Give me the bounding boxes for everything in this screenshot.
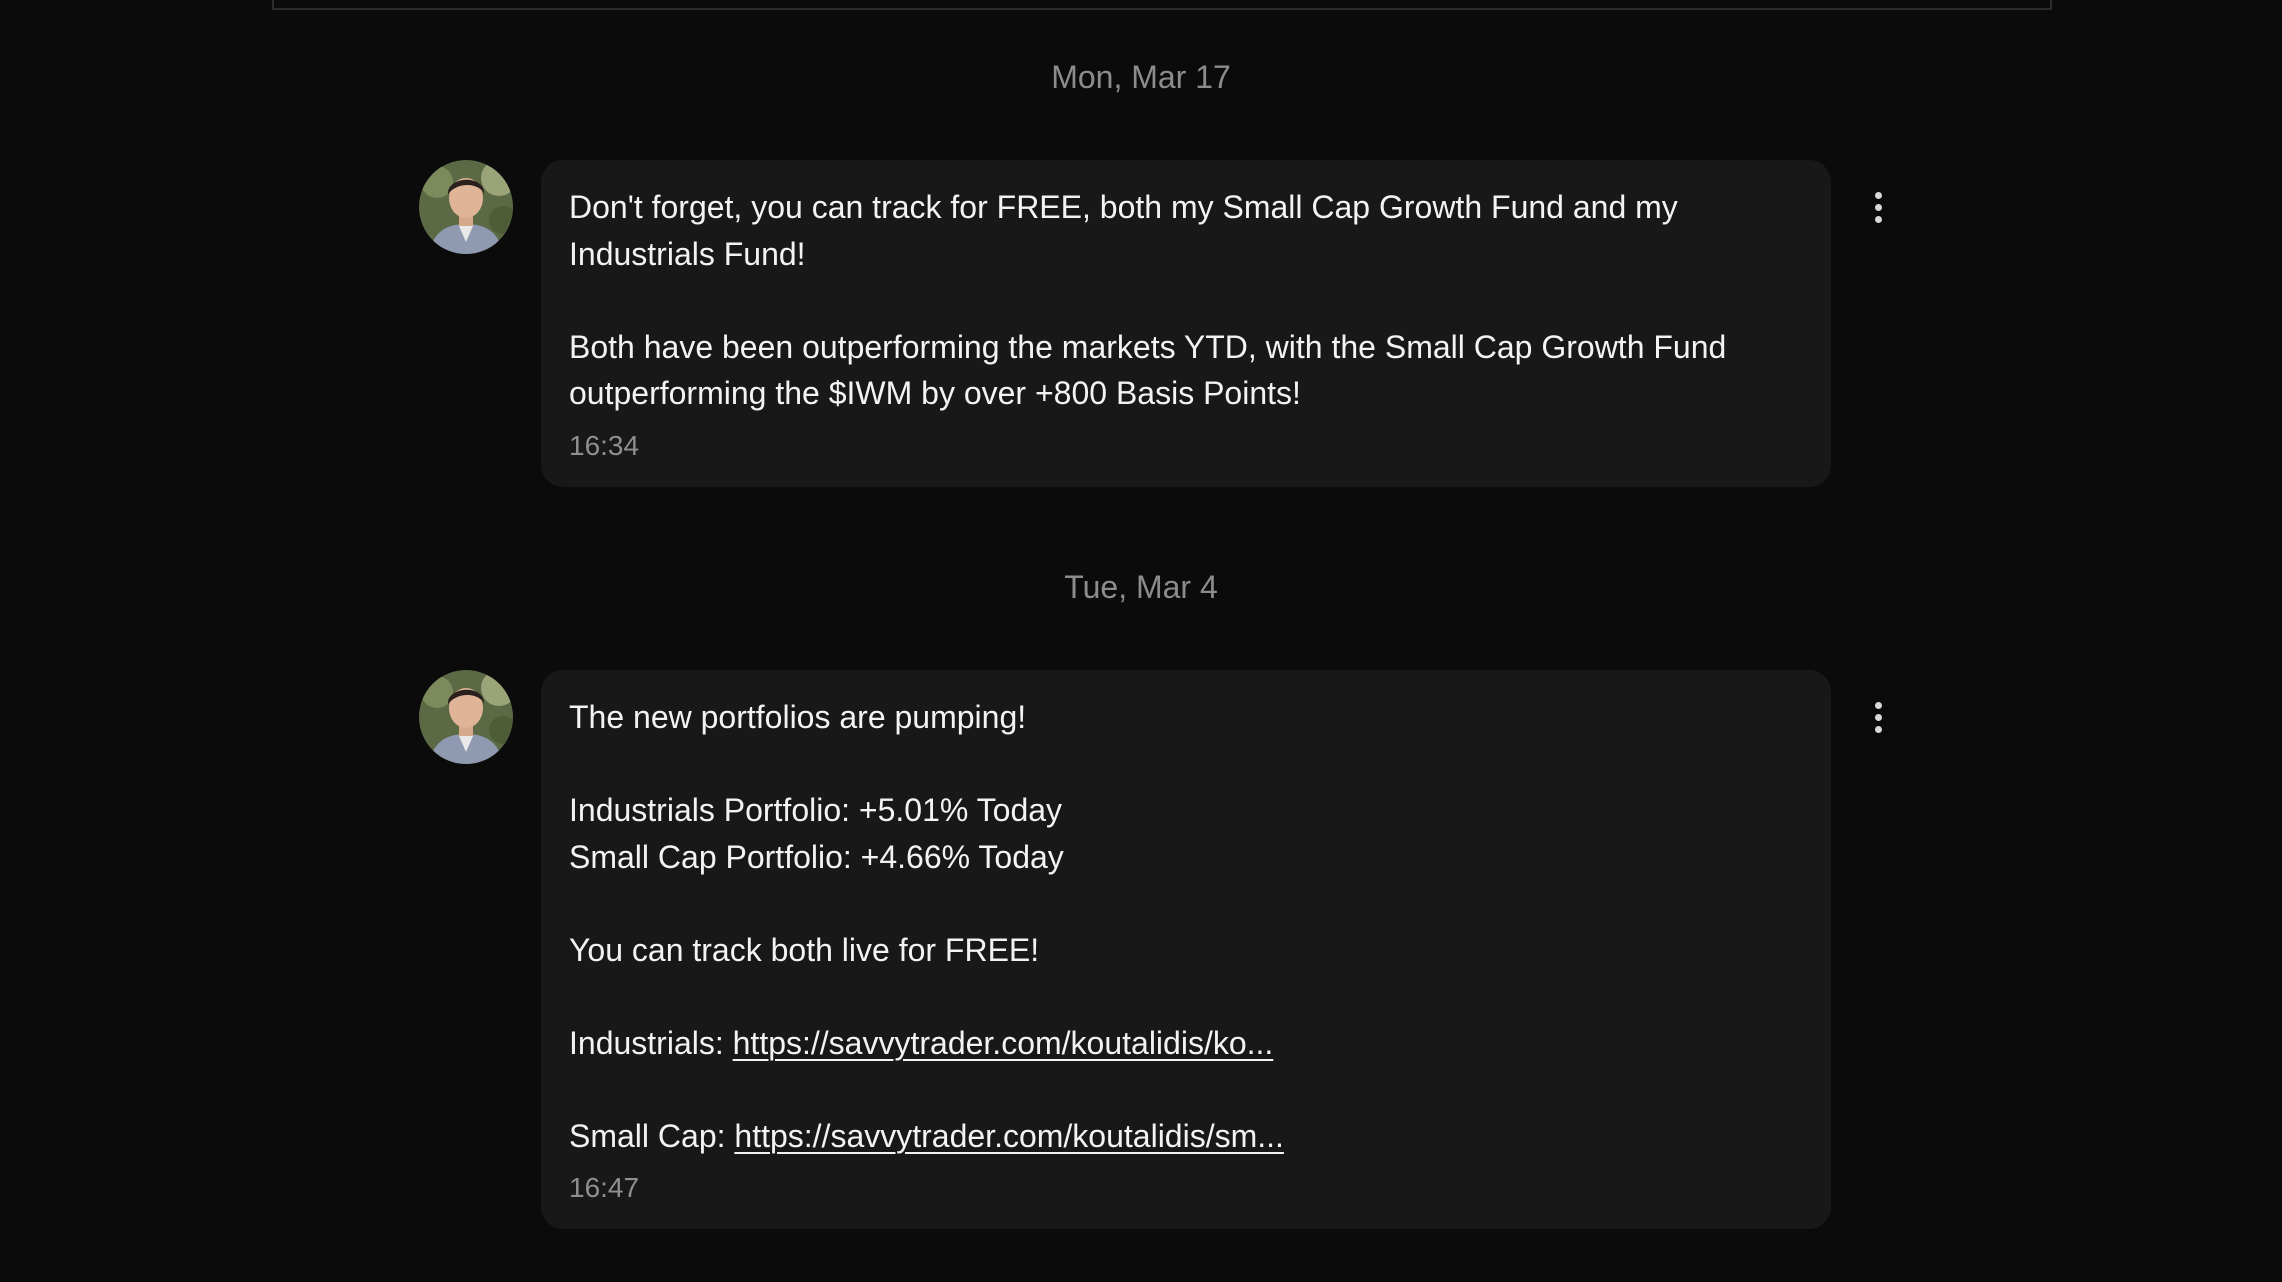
link-line-small-cap: Small Cap: https://savvytrader.com/kouta… <box>569 1113 1803 1160</box>
top-input-frame <box>272 0 2052 10</box>
message-text-line: You can track both live for FREE! <box>569 931 1040 968</box>
avatar-photo-icon <box>419 160 513 254</box>
message-text-line: Don't forget, you can track for FREE, bo… <box>569 189 1678 225</box>
message-text-line <box>569 1066 1803 1113</box>
message-bubble: The new portfolios are pumping! Industri… <box>541 670 1831 1229</box>
kebab-dot <box>1875 726 1882 733</box>
kebab-dot <box>1875 714 1882 721</box>
kebab-dot <box>1875 204 1882 211</box>
avatar[interactable] <box>419 670 513 764</box>
kebab-dot <box>1875 192 1882 199</box>
message-menu-button[interactable] <box>1862 696 1894 740</box>
message-text-line <box>569 973 1803 1020</box>
kebab-dot <box>1875 702 1882 709</box>
message-text-line: Industrials Fund! <box>569 235 806 272</box>
message-text-line: Industrials Portfolio: +5.01% Today <box>569 792 1063 828</box>
date-separator: Tue, Mar 4 <box>1064 569 1218 605</box>
industrials-link[interactable]: https://savvytrader.com/koutalidis/ko... <box>733 1025 1274 1061</box>
avatar-photo-icon <box>419 670 513 764</box>
link-prefix: Small Cap: <box>569 1117 735 1154</box>
message-text-line: Both have been outperforming the markets… <box>569 328 1727 365</box>
link-line-industrials: Industrials: https://savvytrader.com/kou… <box>569 1020 1803 1067</box>
message-text-line <box>569 880 1803 927</box>
link-prefix: Industrials: <box>569 1024 733 1061</box>
message-text-line: The new portfolios are pumping! <box>569 699 1027 735</box>
kebab-dot <box>1875 216 1882 223</box>
message-menu-button[interactable] <box>1862 186 1894 230</box>
avatar[interactable] <box>419 160 513 254</box>
small-cap-link[interactable]: https://savvytrader.com/koutalidis/sm... <box>734 1118 1284 1154</box>
message-text-line <box>569 741 1803 788</box>
message-timestamp: 16:34 <box>569 429 640 461</box>
message-text-line: Small Cap Portfolio: +4.66% Today <box>569 838 1064 875</box>
message-text-line: outperforming the $IWM by over +800 Basi… <box>569 375 1301 411</box>
message-timestamp: 16:47 <box>569 1172 640 1203</box>
date-separator: Mon, Mar 17 <box>1051 59 1231 95</box>
message-text-line <box>569 277 1803 324</box>
message-bubble: Don't forget, you can track for FREE, bo… <box>541 160 1831 487</box>
